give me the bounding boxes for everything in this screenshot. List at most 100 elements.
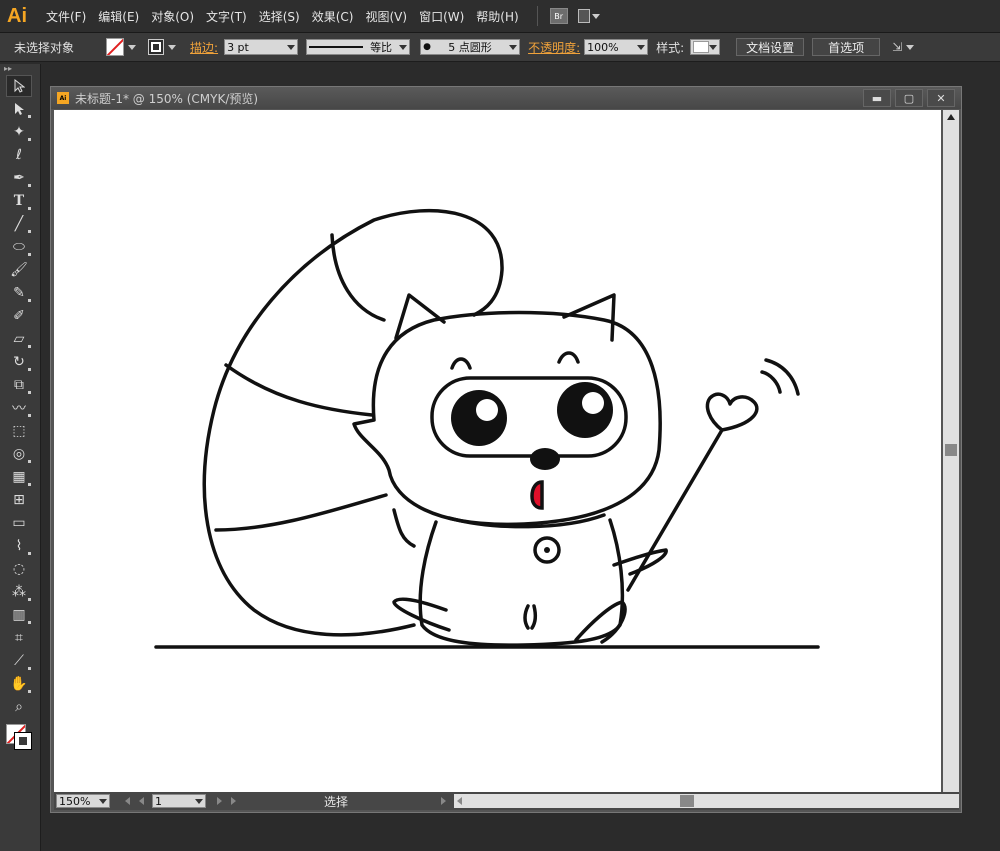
- variable-width-profile[interactable]: 等比: [306, 39, 411, 55]
- document-window: Ai 未标题-1* @ 150% (CMYK/预览) ▬ ▢ ✕ 150% 1 …: [50, 86, 962, 813]
- eraser-tool-icon[interactable]: ▱: [6, 328, 32, 350]
- close-icon[interactable]: ✕: [927, 89, 955, 107]
- symbol-sprayer-tool-icon[interactable]: ⁂: [6, 581, 32, 603]
- artboard-number-field[interactable]: 1: [152, 794, 206, 808]
- zoom-level-field[interactable]: 150%: [56, 794, 110, 808]
- menu-window[interactable]: 窗口(W): [419, 8, 464, 25]
- vertical-scroll-thumb[interactable]: [945, 444, 957, 456]
- pin-icon[interactable]: ⇲: [892, 40, 902, 54]
- menu-select[interactable]: 选择(S): [259, 8, 300, 25]
- minimize-icon[interactable]: ▬: [863, 89, 891, 107]
- stroke-label[interactable]: 描边:: [190, 39, 218, 56]
- profile-line-icon: [309, 46, 364, 48]
- magic-wand-tool-icon[interactable]: ✦: [6, 121, 32, 143]
- menu-object[interactable]: 对象(O): [151, 8, 194, 25]
- stroke-weight-value: 3 pt: [227, 40, 249, 54]
- horizontal-scroll-thumb[interactable]: [680, 795, 694, 807]
- flyout-indicator: [28, 230, 31, 233]
- fill-dropdown-icon[interactable]: [128, 44, 137, 50]
- document-tab[interactable]: Ai 未标题-1* @ 150% (CMYK/预览) ▬ ▢ ✕: [51, 87, 961, 109]
- menu-bar: Ai 文件(F) 编辑(E) 对象(O) 文字(T) 选择(S) 效果(C) 视…: [0, 0, 1000, 33]
- line-tool-icon[interactable]: ╱: [6, 213, 32, 235]
- perspective-grid-tool-icon[interactable]: ▦: [6, 466, 32, 488]
- horizontal-scrollbar[interactable]: [454, 794, 959, 808]
- vertical-scrollbar[interactable]: [943, 110, 959, 792]
- mesh-tool-icon[interactable]: ⊞: [6, 489, 32, 511]
- head: [352, 310, 662, 527]
- flyout-indicator: [28, 207, 31, 210]
- raccoon-illustration: [154, 208, 820, 649]
- free-transform-tool-icon[interactable]: ⬚: [6, 420, 32, 442]
- chevron-down-icon: [709, 44, 718, 50]
- wand-stick: [626, 428, 724, 592]
- flyout-indicator: [28, 598, 31, 601]
- zoom-value: 150%: [59, 794, 91, 808]
- opacity-value: 100%: [587, 40, 619, 54]
- arrange-documents-button[interactable]: [577, 8, 600, 24]
- first-artboard-icon[interactable]: [122, 794, 132, 808]
- selection-tool-icon[interactable]: [6, 75, 32, 97]
- scroll-left-icon[interactable]: [454, 794, 464, 808]
- gradient-tool-icon[interactable]: ▭: [6, 512, 32, 534]
- style-label: 样式:: [656, 40, 685, 55]
- lasso-tool-icon[interactable]: ℓ: [6, 144, 32, 166]
- left-ear: [394, 293, 446, 340]
- tail-stripe-bottom: [214, 493, 388, 532]
- pencil-tool-icon[interactable]: ✎: [6, 282, 32, 304]
- blend-tool-icon[interactable]: ◌: [6, 558, 32, 580]
- collapse-panel-icon[interactable]: ▸▸: [0, 64, 40, 74]
- flyout-indicator: [28, 299, 31, 302]
- opacity-label[interactable]: 不透明度:: [528, 39, 580, 56]
- graphic-style-picker[interactable]: [690, 39, 721, 55]
- menu-edit[interactable]: 编辑(E): [98, 8, 139, 25]
- control-bar: 未选择对象 描边: 3 pt 等比 ● 5 点圆形 不透明度: 100% 样式:…: [0, 33, 1000, 62]
- blob-brush-tool-icon[interactable]: ✐: [6, 305, 32, 327]
- stroke-box[interactable]: [14, 732, 32, 750]
- warp-tool-icon[interactable]: 〰: [6, 397, 32, 419]
- artboard[interactable]: [54, 110, 941, 792]
- slice-tool-icon[interactable]: ⟋: [6, 650, 32, 672]
- last-artboard-icon[interactable]: [228, 794, 238, 808]
- flyout-indicator: [28, 253, 31, 256]
- hand-tool-icon[interactable]: ✋: [6, 673, 32, 695]
- brush-definition[interactable]: ● 5 点圆形: [420, 39, 521, 55]
- stroke-weight-field[interactable]: 3 pt: [224, 39, 299, 55]
- direct-selection-tool-icon[interactable]: [6, 98, 32, 120]
- chevron-down-icon[interactable]: [906, 44, 915, 50]
- stroke-icon: [151, 42, 162, 52]
- scroll-up-icon[interactable]: [943, 110, 959, 124]
- stroke-swatch[interactable]: [148, 39, 165, 55]
- menu-view[interactable]: 视图(V): [365, 8, 407, 25]
- stroke-dropdown-icon[interactable]: [168, 44, 177, 50]
- shape-builder-tool-icon[interactable]: ◎: [6, 443, 32, 465]
- type-tool-icon[interactable]: T: [6, 190, 32, 212]
- rotate-tool-icon[interactable]: ↻: [6, 351, 32, 373]
- left-eye: [451, 390, 507, 446]
- opacity-field[interactable]: 100%: [584, 39, 649, 55]
- ellipse-tool-icon[interactable]: ⬭: [6, 236, 32, 258]
- menu-type[interactable]: 文字(T): [206, 8, 247, 25]
- previous-artboard-icon[interactable]: [136, 794, 146, 808]
- artboard-tool-icon[interactable]: ⌗: [6, 627, 32, 649]
- flyout-indicator: [28, 552, 31, 555]
- document-setup-button[interactable]: 文档设置: [736, 38, 805, 56]
- body: [418, 518, 625, 647]
- fill-stroke-widget[interactable]: [6, 724, 34, 752]
- status-menu-icon[interactable]: [438, 794, 448, 808]
- preferences-button[interactable]: 首选项: [812, 38, 881, 56]
- brush-label: 5 点圆形: [448, 41, 492, 54]
- fill-swatch[interactable]: [106, 38, 125, 56]
- menu-help[interactable]: 帮助(H): [476, 8, 518, 25]
- pen-tool-icon[interactable]: ✒: [6, 167, 32, 189]
- column-graph-tool-icon[interactable]: ▥: [6, 604, 32, 626]
- scale-tool-icon[interactable]: ⧉: [6, 374, 32, 396]
- next-artboard-icon[interactable]: [214, 794, 224, 808]
- zoom-tool-icon[interactable]: ⌕: [6, 696, 32, 718]
- paintbrush-tool-icon[interactable]: 🖌: [6, 259, 32, 281]
- eyedropper-tool-icon[interactable]: ⌇: [6, 535, 32, 557]
- maximize-icon[interactable]: ▢: [895, 89, 923, 107]
- menu-file[interactable]: 文件(F): [46, 8, 86, 25]
- bridge-button[interactable]: Br: [549, 8, 568, 24]
- menu-effect[interactable]: 效果(C): [312, 8, 354, 25]
- flyout-indicator: [28, 690, 31, 693]
